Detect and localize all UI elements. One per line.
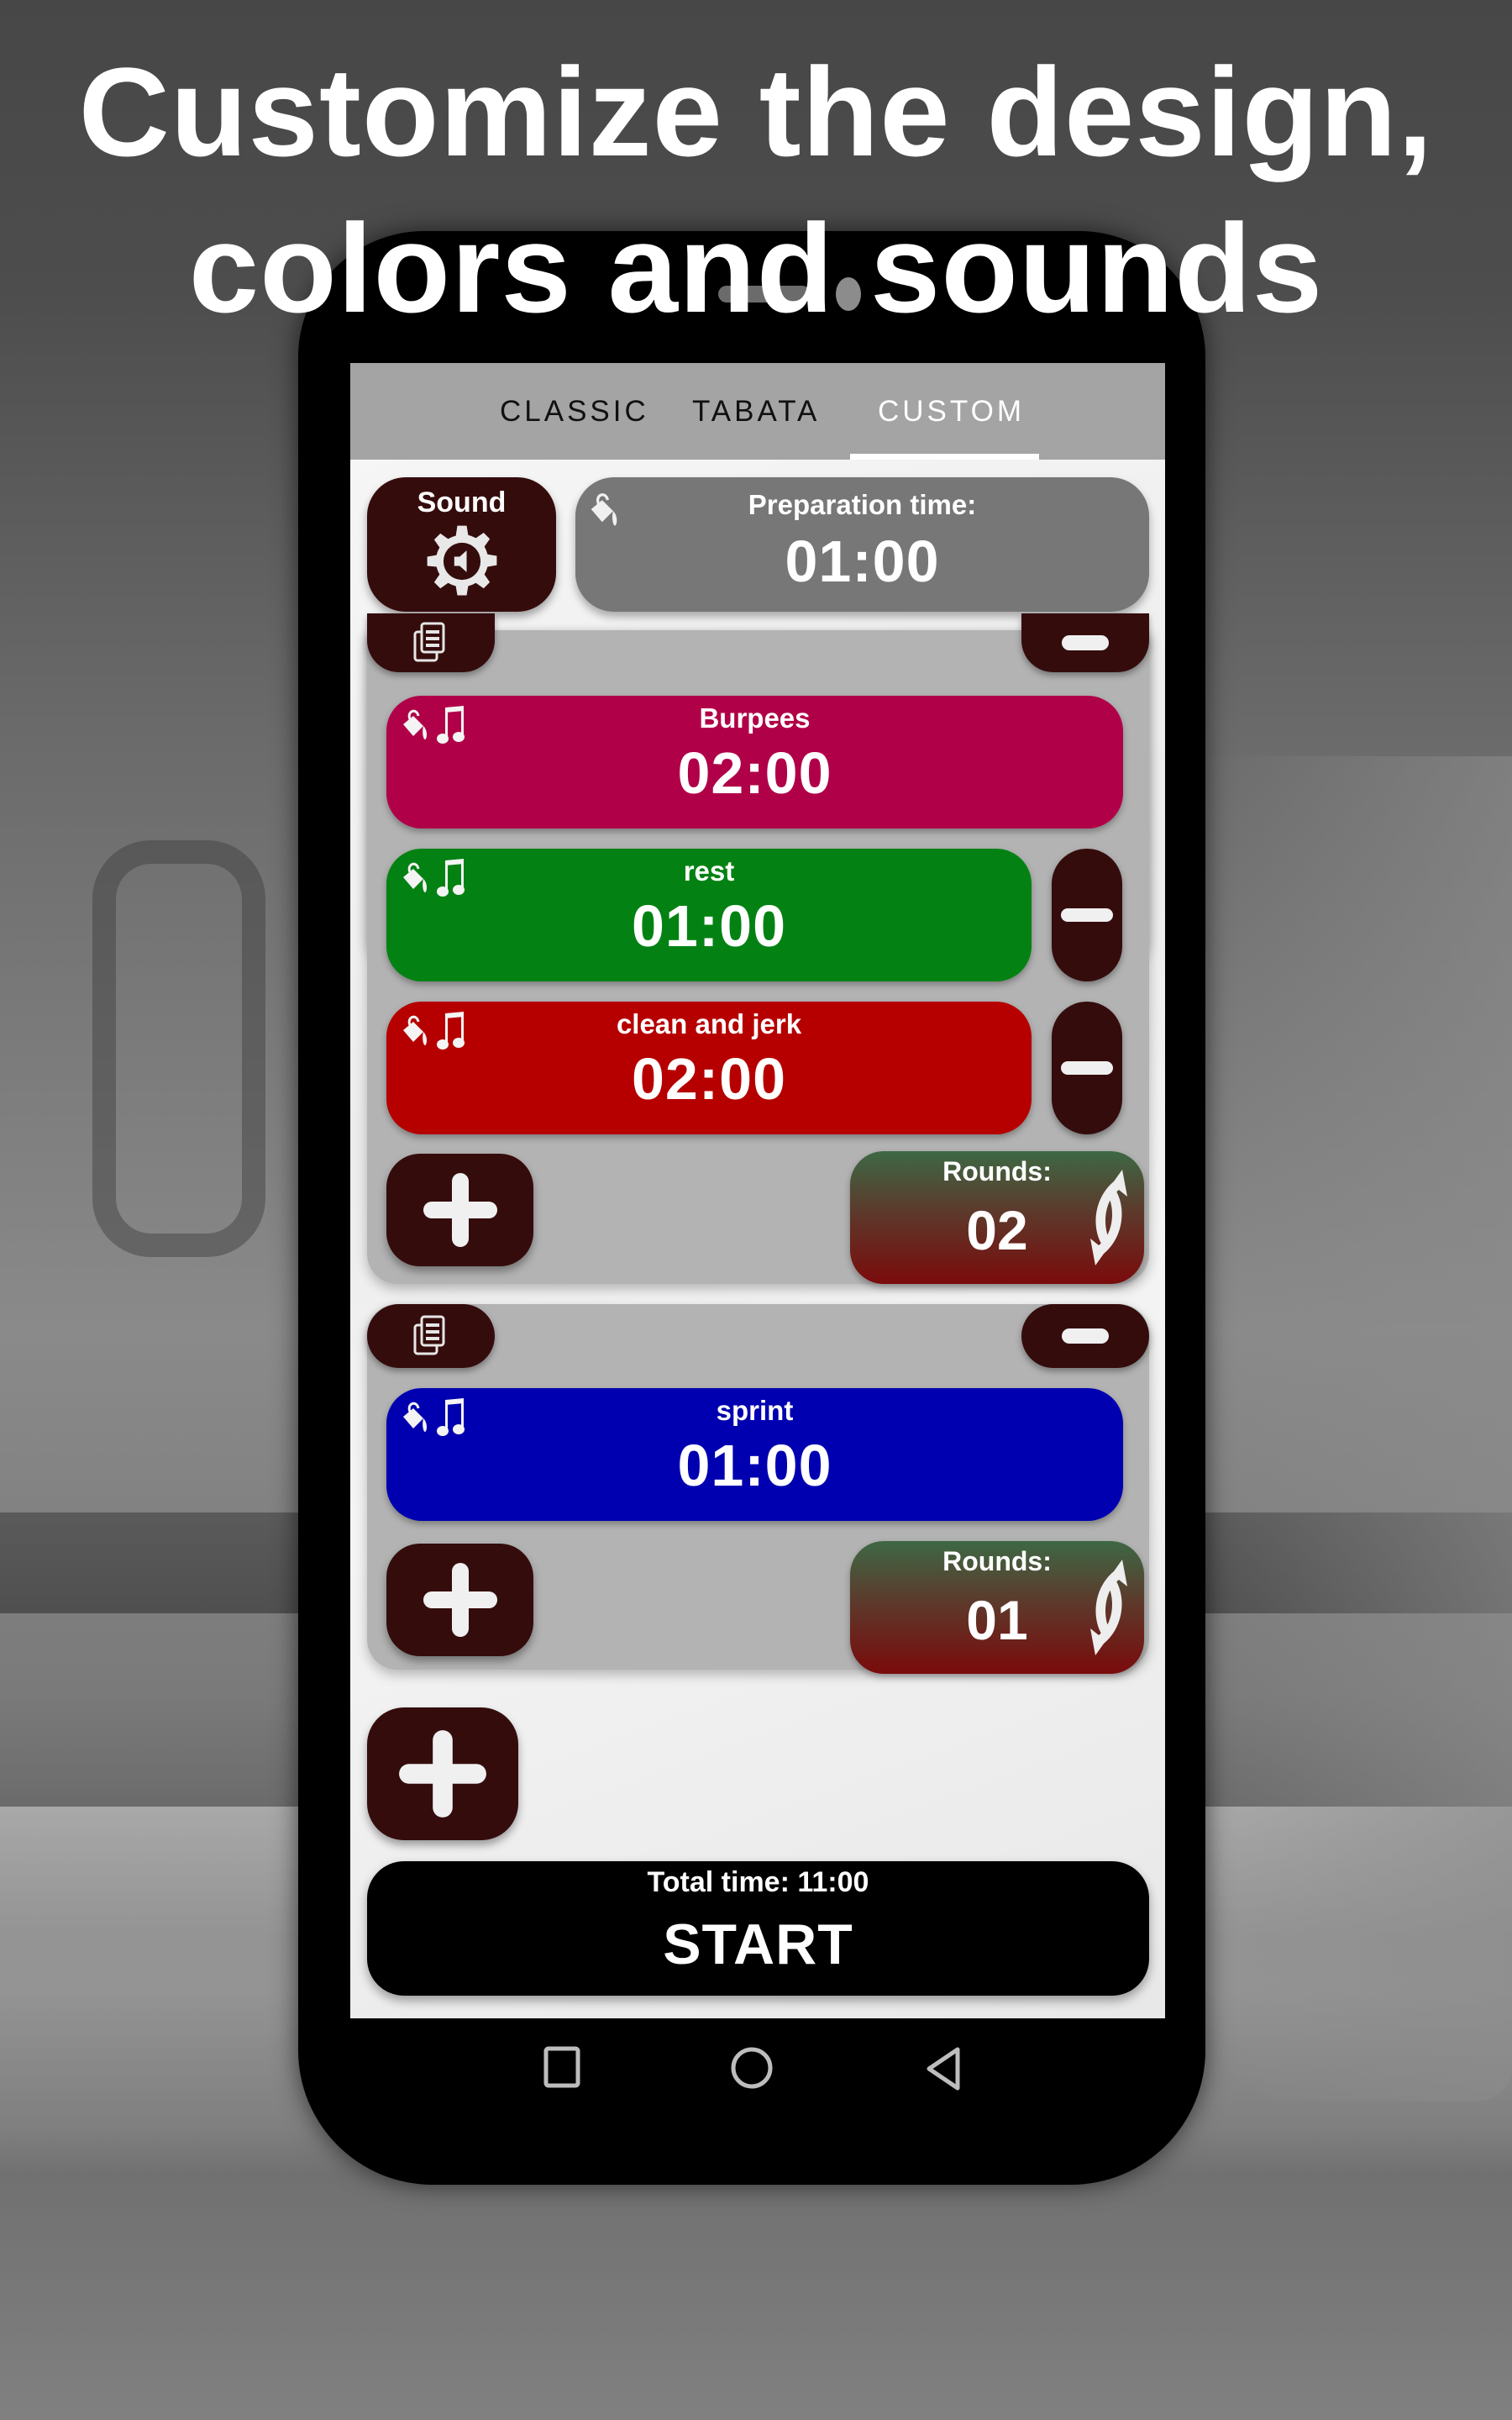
remove-interval-button[interactable] bbox=[1052, 1002, 1122, 1134]
sound-settings-button[interactable]: Sound bbox=[367, 477, 556, 612]
background-kettlebell bbox=[92, 840, 265, 1257]
interval-card[interactable]: rest 01:00 bbox=[386, 849, 1032, 981]
promo-headline: Customize the design, colors and sounds bbox=[0, 34, 1512, 346]
copy-icon bbox=[413, 622, 445, 662]
minus-icon bbox=[1061, 908, 1113, 922]
interval-name: sprint bbox=[716, 1395, 794, 1426]
remove-group-button[interactable] bbox=[1021, 613, 1149, 672]
interval-time: 01:00 bbox=[677, 1433, 832, 1498]
tab-bar: CLASSIC TABATA CUSTOM bbox=[350, 363, 1165, 460]
tab-custom[interactable]: CUSTOM bbox=[878, 395, 1025, 429]
preparation-time-card[interactable]: Preparation time: 01:00 bbox=[575, 477, 1149, 612]
tab-classic[interactable]: CLASSIC bbox=[500, 395, 649, 429]
interval-group-1-bg: Burpees 02:00 rest 01:00 clean and jerk … bbox=[367, 613, 1149, 1284]
minus-icon bbox=[1061, 1061, 1113, 1075]
interval-group-2: sprint 01:00 Rounds: 01 bbox=[367, 1304, 1149, 1674]
rounds-label: Rounds: bbox=[942, 1546, 1052, 1576]
sound-label: Sound bbox=[417, 486, 507, 518]
start-button[interactable]: Total time: 11:00 START bbox=[367, 1861, 1149, 1996]
interval-time: 02:00 bbox=[677, 740, 832, 806]
preparation-label: Preparation time: bbox=[748, 489, 977, 520]
interval-card[interactable]: sprint 01:00 bbox=[386, 1388, 1123, 1521]
remove-group-button[interactable] bbox=[1021, 1304, 1149, 1368]
repeat-icon bbox=[1090, 1560, 1127, 1655]
remove-interval-button[interactable] bbox=[1052, 849, 1122, 981]
rounds-value: 02 bbox=[966, 1199, 1028, 1261]
interval-name: Burpees bbox=[699, 702, 811, 734]
back-icon[interactable] bbox=[924, 2046, 963, 2091]
active-tab-indicator bbox=[850, 454, 1039, 460]
app-screen: CLASSIC TABATA CUSTOM Sound Preparation … bbox=[350, 363, 1165, 2018]
background-object bbox=[1201, 756, 1512, 2101]
rounds-control[interactable]: Rounds: 01 bbox=[850, 1541, 1144, 1674]
duplicate-group-button[interactable] bbox=[367, 613, 495, 672]
repeat-icon bbox=[1090, 1170, 1127, 1265]
interval-name: rest bbox=[683, 855, 735, 886]
start-label: START bbox=[663, 1912, 853, 1976]
interval-card[interactable]: Burpees 02:00 bbox=[386, 696, 1123, 829]
interval-name: clean and jerk bbox=[616, 1008, 802, 1039]
add-interval-button[interactable] bbox=[386, 1154, 533, 1266]
minus-icon bbox=[1062, 635, 1109, 650]
rounds-label: Rounds: bbox=[942, 1156, 1052, 1186]
recents-icon[interactable] bbox=[543, 2046, 580, 2088]
home-icon[interactable] bbox=[730, 2046, 774, 2090]
copy-icon bbox=[413, 1315, 445, 1355]
system-nav-bar bbox=[298, 2046, 1205, 2130]
rounds-value: 01 bbox=[966, 1589, 1028, 1651]
add-group-button[interactable] bbox=[367, 1707, 518, 1840]
minus-icon bbox=[1062, 1328, 1109, 1344]
tab-tabata[interactable]: TABATA bbox=[692, 395, 820, 429]
preparation-time-value: 01:00 bbox=[785, 529, 940, 594]
interval-time: 02:00 bbox=[631, 1046, 787, 1112]
plus-icon bbox=[423, 1563, 497, 1637]
plus-icon bbox=[399, 1730, 486, 1818]
plus-icon bbox=[423, 1173, 497, 1247]
interval-time: 01:00 bbox=[631, 893, 787, 959]
add-interval-button[interactable] bbox=[386, 1544, 533, 1656]
phone-frame: CLASSIC TABATA CUSTOM Sound Preparation … bbox=[298, 231, 1205, 2185]
rounds-control[interactable]: Rounds: 02 bbox=[850, 1151, 1144, 1284]
duplicate-group-button[interactable] bbox=[367, 1304, 495, 1368]
interval-card[interactable]: clean and jerk 02:00 bbox=[386, 1002, 1032, 1134]
total-time: Total time: 11:00 bbox=[647, 1866, 869, 1898]
gear-speaker-icon bbox=[427, 525, 496, 595]
headline-line-1: Customize the design, bbox=[78, 41, 1434, 182]
headline-line-2: colors and sounds bbox=[188, 197, 1324, 339]
